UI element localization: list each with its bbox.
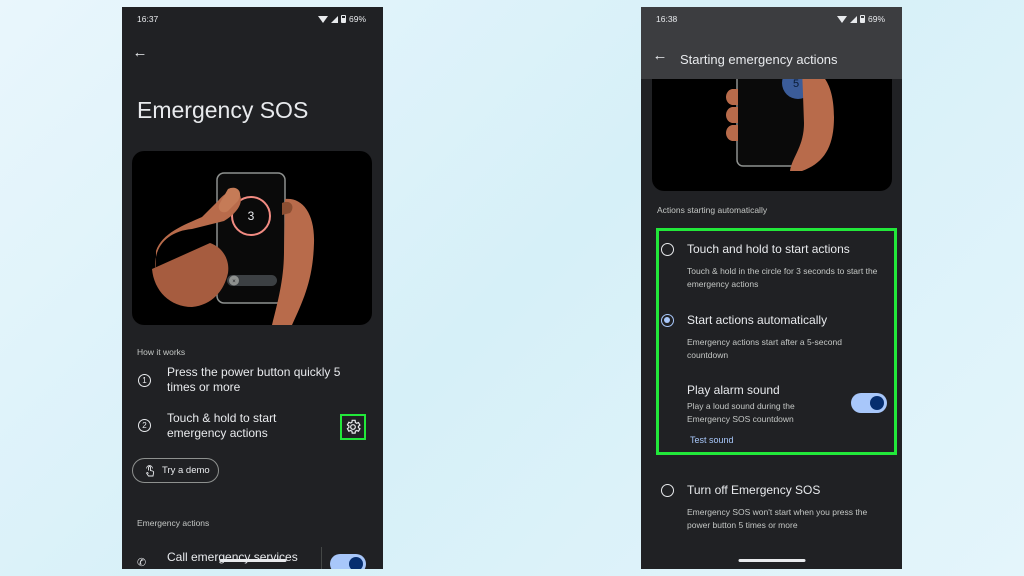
tutorial-illustration: 3 × [132, 151, 372, 325]
touch-icon [145, 464, 155, 476]
try-demo-label: Try a demo [162, 465, 210, 476]
step-number: 1 [138, 374, 151, 387]
phone-screen-right: 16:38 69% ← Starting emergency actions 5… [641, 7, 902, 569]
actions-starting-label: Actions starting automatically [657, 205, 768, 215]
countdown-number: 5 [793, 78, 799, 90]
battery-percent: 69% [867, 14, 885, 24]
battery-percent: 69% [348, 14, 366, 24]
divider [321, 547, 322, 569]
page-title: Emergency SOS [137, 97, 309, 123]
step-text: Touch & hold to start emergency actions [167, 411, 277, 440]
alarm-sound-toggle[interactable] [851, 393, 887, 413]
top-app-bar: ← Starting emergency actions [641, 31, 902, 79]
countdown-number: 3 [248, 209, 255, 223]
gear-settings-button[interactable] [340, 414, 366, 440]
signal-icon [330, 15, 338, 23]
signal-icon [849, 15, 857, 23]
battery-icon [340, 15, 346, 23]
back-button[interactable]: ← [648, 43, 672, 67]
radio-touch-and-hold[interactable] [661, 243, 674, 256]
option-description: Emergency SOS won't start when you press… [687, 507, 868, 530]
wifi-icon [317, 15, 328, 23]
gesture-home-bar[interactable] [738, 559, 805, 562]
option-description: Touch & hold in the circle for 3 seconds… [687, 266, 878, 289]
page-title: Starting emergency actions [680, 52, 838, 67]
emergency-actions-label: Emergency actions [137, 518, 210, 528]
phone-screen-left: 16:37 69% ← Emergency SOS 3 × How it wor… [122, 7, 383, 569]
alarm-description: Play a loud sound during the Emergency S… [687, 401, 795, 424]
back-button[interactable]: ← [128, 40, 152, 64]
phone-call-icon: ✆ [137, 557, 147, 569]
radio-start-automatically[interactable] [661, 314, 674, 327]
battery-icon [859, 15, 865, 23]
arrow-left-icon: ← [132, 43, 148, 61]
step-number: 2 [138, 419, 151, 432]
try-demo-button[interactable]: Try a demo [132, 458, 219, 483]
step-text: Press the power button quickly 5 times o… [167, 365, 341, 394]
call-emergency-toggle[interactable] [330, 554, 366, 569]
status-bar: 16:37 69% [122, 7, 383, 31]
status-bar: 16:38 69% [641, 7, 902, 31]
status-time: 16:38 [656, 14, 678, 24]
how-it-works-label: How it works [137, 347, 186, 357]
option-title[interactable]: Touch and hold to start actions [687, 242, 850, 256]
cancel-slider-icon: × [232, 279, 236, 285]
radio-turn-off[interactable] [661, 484, 674, 497]
tutorial-illustration: 5 [652, 67, 892, 191]
wifi-icon [836, 15, 847, 23]
option-description: Emergency actions start after a 5-second… [687, 337, 842, 360]
alarm-title[interactable]: Play alarm sound [687, 383, 780, 397]
test-sound-button[interactable]: Test sound [690, 435, 734, 445]
status-time: 16:37 [137, 14, 159, 24]
option-title[interactable]: Start actions automatically [687, 313, 827, 327]
option-title[interactable]: Turn off Emergency SOS [687, 483, 820, 497]
arrow-left-icon: ← [652, 46, 668, 64]
gesture-home-bar[interactable] [219, 559, 286, 562]
gear-icon [346, 419, 361, 434]
